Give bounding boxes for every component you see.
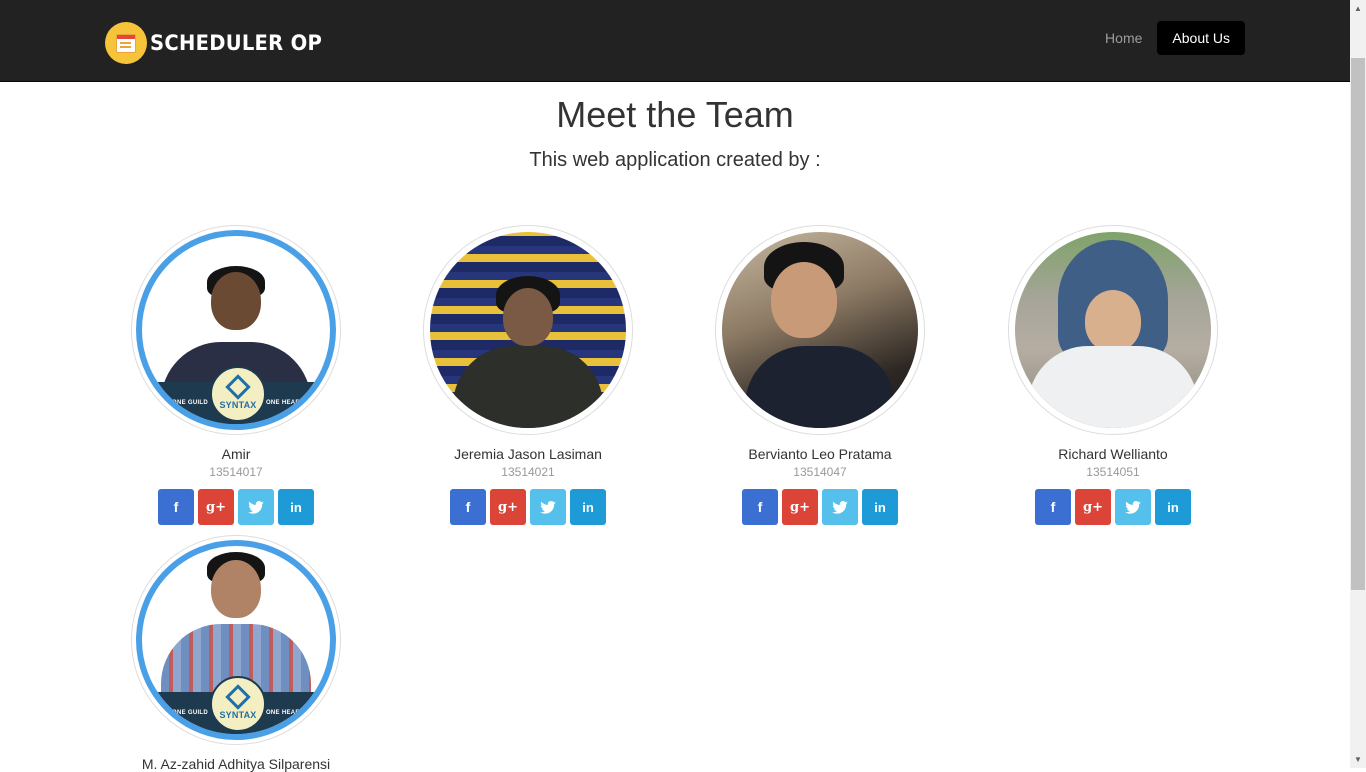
- badge-left-text: ONE GUILD: [172, 400, 209, 406]
- member-id: 13514021: [501, 465, 555, 479]
- twitter-icon[interactable]: [1115, 489, 1151, 525]
- facebook-icon[interactable]: f: [1035, 489, 1071, 525]
- google-plus-icon[interactable]: g+: [782, 489, 818, 525]
- facebook-icon[interactable]: f: [742, 489, 778, 525]
- syntax-logo: SYNTAX: [210, 366, 266, 422]
- member-id: 13514017: [209, 465, 263, 479]
- brand-name: SCHEDULER OP: [150, 31, 323, 55]
- main-nav: Home About Us: [1090, 21, 1245, 55]
- scrollbar-thumb[interactable]: [1351, 58, 1365, 590]
- page-scrollbar[interactable]: ▲ ▼: [1350, 0, 1366, 768]
- member-id: 13514047: [793, 465, 847, 479]
- avatar-frame: [423, 225, 633, 435]
- linkedin-icon[interactable]: in: [570, 489, 606, 525]
- google-plus-icon[interactable]: g+: [1075, 489, 1111, 525]
- team-member-card: Bervianto Leo Pratama 13514047 f g+ in: [690, 225, 950, 525]
- avatar: [430, 232, 626, 428]
- nav-about-us[interactable]: About Us: [1157, 21, 1245, 55]
- page-title: Meet the Team: [556, 94, 794, 135]
- badge-left-text: ONE GUILD: [172, 710, 209, 716]
- social-links: f g+ in: [398, 489, 658, 525]
- social-links: f g+ in: [690, 489, 950, 525]
- scroll-down-arrow-icon[interactable]: ▼: [1350, 751, 1366, 768]
- team-member-card: ONE GUILD ONE HEART SYNTAX M. Az-zahid A…: [106, 535, 366, 772]
- social-links: f g+ in: [106, 489, 366, 525]
- member-name: Bervianto Leo Pratama: [748, 446, 892, 462]
- avatar-frame: ONE GUILD ONE HEART SYNTAX: [131, 225, 341, 435]
- google-plus-icon[interactable]: g+: [490, 489, 526, 525]
- avatar: [1015, 232, 1211, 428]
- top-navbar: SCHEDULER OP Home About Us: [0, 0, 1350, 82]
- badge-right-text: ONE HEART: [265, 710, 304, 716]
- syntax-logo: SYNTAX: [210, 676, 266, 732]
- member-name: M. Az-zahid Adhitya Silparensi: [141, 756, 331, 772]
- scroll-up-arrow-icon[interactable]: ▲: [1350, 0, 1366, 17]
- page-subtitle: This web application created by :: [529, 149, 821, 171]
- team-member-card: Richard Wellianto 13514051 f g+ in: [983, 225, 1243, 525]
- avatar: ONE GUILD ONE HEART SYNTAX: [136, 540, 336, 740]
- linkedin-icon[interactable]: in: [1155, 489, 1191, 525]
- avatar: [722, 232, 918, 428]
- member-name: Richard Wellianto: [1058, 446, 1168, 462]
- calendar-icon: [105, 22, 147, 64]
- linkedin-icon[interactable]: in: [862, 489, 898, 525]
- avatar-frame: ONE GUILD ONE HEART SYNTAX: [131, 535, 341, 745]
- facebook-icon[interactable]: f: [158, 489, 194, 525]
- badge-right-text: ONE HEART: [265, 400, 304, 406]
- brand-link[interactable]: SCHEDULER OP: [105, 22, 335, 64]
- google-plus-icon[interactable]: g+: [198, 489, 234, 525]
- member-name: Jeremia Jason Lasiman: [454, 446, 602, 462]
- linkedin-icon[interactable]: in: [278, 489, 314, 525]
- nav-home[interactable]: Home: [1090, 21, 1157, 55]
- twitter-icon[interactable]: [530, 489, 566, 525]
- member-id: 13514051: [1086, 465, 1140, 479]
- avatar: ONE GUILD ONE HEART SYNTAX: [136, 230, 336, 430]
- avatar-frame: [1008, 225, 1218, 435]
- team-member-card: ONE GUILD ONE HEART SYNTAX Amir 13514017…: [106, 225, 366, 525]
- team-member-card: Jeremia Jason Lasiman 13514021 f g+ in: [398, 225, 658, 525]
- member-name: Amir: [221, 446, 251, 462]
- twitter-icon[interactable]: [822, 489, 858, 525]
- social-links: f g+ in: [983, 489, 1243, 525]
- facebook-icon[interactable]: f: [450, 489, 486, 525]
- avatar-frame: [715, 225, 925, 435]
- twitter-icon[interactable]: [238, 489, 274, 525]
